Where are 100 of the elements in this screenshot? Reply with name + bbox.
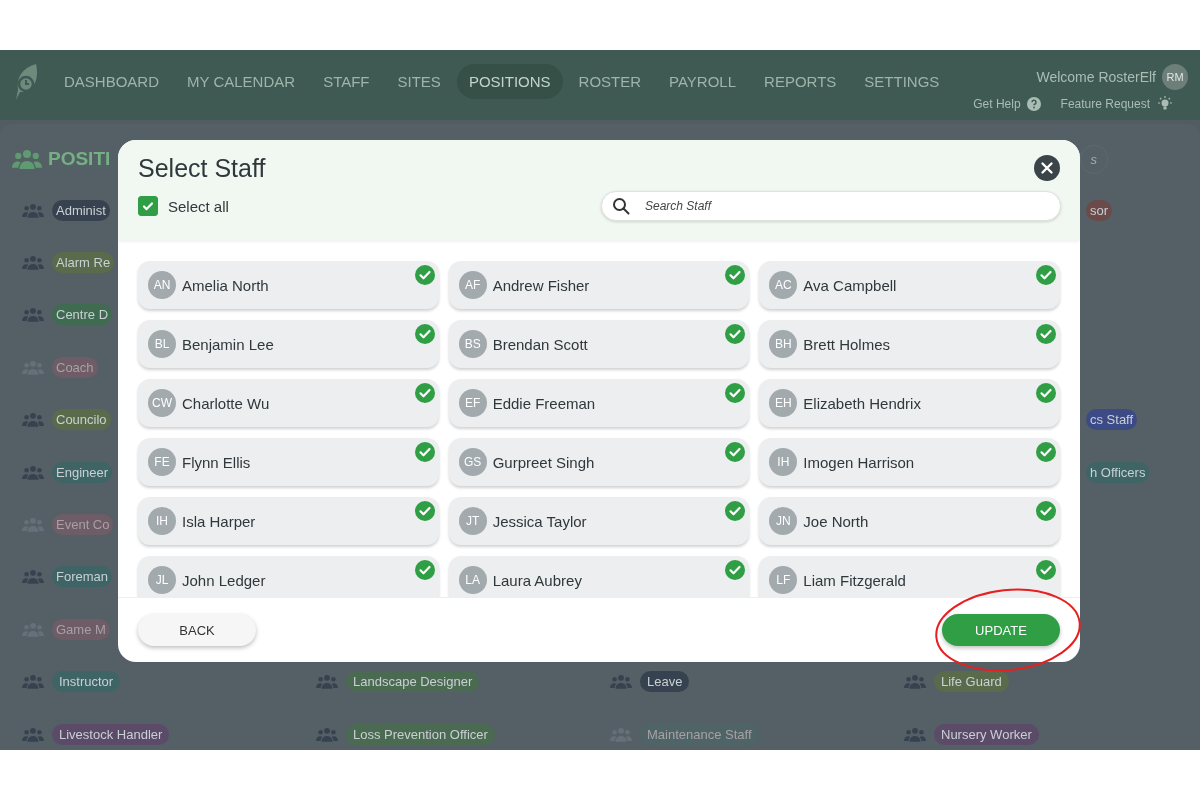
people-icon xyxy=(22,307,44,323)
position-tag[interactable]: h Officers xyxy=(1086,461,1150,483)
nav-item[interactable]: MY CALENDAR xyxy=(175,64,308,99)
position-tag[interactable]: Administ xyxy=(52,199,110,221)
avatar-initials: JN xyxy=(769,507,798,535)
avatar-initials: AN xyxy=(148,271,176,299)
nav-item[interactable]: POSITIONS xyxy=(456,64,563,99)
staff-name: Laura Aubrey xyxy=(492,571,582,589)
staff-name: Brendan Scott xyxy=(492,335,588,353)
position-tag[interactable]: Instructor xyxy=(52,671,121,693)
staff-name: Eddie Freeman xyxy=(492,394,596,412)
people-icon xyxy=(904,674,926,690)
select-all-checkbox[interactable] xyxy=(138,196,158,216)
staff-card[interactable]: IH Isla Harper xyxy=(138,497,439,545)
staff-card[interactable]: EF Eddie Freeman xyxy=(448,379,750,427)
check-icon xyxy=(414,324,435,344)
people-icon xyxy=(12,149,42,169)
check-icon xyxy=(414,383,435,403)
people-icon xyxy=(904,726,926,742)
select-all-label: Select all xyxy=(168,197,229,215)
nav-item[interactable]: PAYROLL xyxy=(657,64,749,99)
check-icon xyxy=(414,442,435,462)
avatar-initials: FE xyxy=(148,448,176,476)
user-avatar[interactable]: RM xyxy=(1162,64,1188,90)
nav-item[interactable]: STAFF xyxy=(311,64,382,99)
back-button[interactable]: BACK xyxy=(138,614,256,646)
staff-card[interactable]: BH Brett Holmes xyxy=(759,320,1060,368)
staff-card[interactable]: BL Benjamin Lee xyxy=(138,320,439,368)
staff-card[interactable]: CW Charlotte Wu xyxy=(138,379,439,427)
avatar-initials: EH xyxy=(769,389,798,417)
staff-card[interactable]: AC Ava Campbell xyxy=(759,261,1060,309)
avatar-initials: BS xyxy=(458,330,487,358)
help-link[interactable]: Get Help xyxy=(973,97,1021,111)
staff-name: Elizabeth Hendrix xyxy=(803,394,921,412)
staff-card[interactable]: AN Amelia North xyxy=(138,261,439,309)
nav-item[interactable]: ROSTER xyxy=(566,64,654,99)
avatar-initials: EF xyxy=(458,389,487,417)
staff-card[interactable]: LF Liam Fitzgerald xyxy=(759,556,1060,597)
check-icon xyxy=(414,501,435,521)
position-tag[interactable]: Leave xyxy=(640,671,690,693)
nav-item[interactable]: DASHBOARD xyxy=(52,64,172,99)
nav-item[interactable]: REPORTS xyxy=(752,64,849,99)
staff-name: Jessica Taylor xyxy=(492,512,587,530)
staff-card[interactable]: GS Gurpreet Singh xyxy=(448,438,750,486)
avatar-initials: JT xyxy=(458,507,487,535)
position-tag[interactable]: Livestock Handler xyxy=(52,723,170,745)
update-button[interactable]: UPDATE xyxy=(942,614,1060,646)
position-tag[interactable]: Councilo xyxy=(52,409,111,431)
check-icon xyxy=(725,265,746,285)
people-icon xyxy=(316,674,338,690)
position-tag[interactable]: Alarm Re xyxy=(52,252,115,274)
position-tag[interactable]: Nursery Worker xyxy=(934,723,1039,745)
staff-name: Isla Harper xyxy=(182,512,256,530)
position-tag[interactable]: Loss Prevention Officer xyxy=(346,723,495,745)
nav-item[interactable]: SITES xyxy=(385,64,453,99)
people-icon xyxy=(22,569,44,585)
staff-card[interactable]: EH Elizabeth Hendrix xyxy=(759,379,1060,427)
people-icon xyxy=(22,255,44,271)
check-icon xyxy=(725,442,746,462)
help-icon xyxy=(1026,97,1041,111)
staff-name: Flynn Ellis xyxy=(182,453,251,471)
position-tag[interactable]: Life Guard xyxy=(934,671,1009,693)
avatar-initials: IH xyxy=(769,448,798,476)
staff-name: John Ledger xyxy=(182,571,266,589)
check-icon xyxy=(1036,265,1056,285)
check-icon xyxy=(1036,324,1056,344)
avatar-initials: CW xyxy=(148,389,176,417)
avatar-initials: GS xyxy=(458,448,487,476)
staff-card[interactable]: FE Flynn Ellis xyxy=(138,438,439,486)
position-tag[interactable]: cs Staff xyxy=(1086,409,1138,431)
check-icon xyxy=(1036,560,1056,580)
staff-card[interactable]: JN Joe North xyxy=(759,497,1060,545)
close-button[interactable] xyxy=(1034,154,1060,181)
staff-card[interactable]: JT Jessica Taylor xyxy=(448,497,750,545)
staff-card[interactable]: BS Brendan Scott xyxy=(448,320,750,368)
position-tag[interactable]: Engineer xyxy=(52,461,113,483)
position-tag[interactable]: Landscape Designer xyxy=(346,671,480,693)
staff-name: Ava Campbell xyxy=(803,276,897,294)
staff-name: Brett Holmes xyxy=(803,335,891,353)
position-tag[interactable]: Foreman xyxy=(52,566,113,588)
welcome-text: Welcome RosterElf xyxy=(1036,69,1156,85)
staff-card[interactable]: JL John Ledger xyxy=(138,556,439,597)
staff-name: Liam Fitzgerald xyxy=(803,571,906,589)
avatar-initials: JL xyxy=(148,566,176,594)
staff-name: Charlotte Wu xyxy=(182,394,270,412)
check-icon xyxy=(1036,383,1056,403)
position-tag[interactable]: Centre D xyxy=(52,304,113,326)
avatar-initials: AC xyxy=(769,271,798,299)
staff-card[interactable]: IH Imogen Harrison xyxy=(759,438,1060,486)
staff-name: Imogen Harrison xyxy=(803,453,915,471)
staff-card[interactable]: AF Andrew Fisher xyxy=(448,261,750,309)
position-tag[interactable]: sor xyxy=(1086,199,1113,221)
feature-request-link[interactable]: Feature Request xyxy=(1060,97,1150,111)
avatar-initials: LF xyxy=(769,566,798,594)
staff-card[interactable]: LA Laura Aubrey xyxy=(448,556,750,597)
dialog-title: Select Staff xyxy=(138,154,266,183)
people-icon xyxy=(22,202,44,218)
staff-name: Benjamin Lee xyxy=(182,335,274,353)
nav-item[interactable]: SETTINGS xyxy=(852,64,952,99)
search-field[interactable]: Search Staff xyxy=(601,191,1061,221)
